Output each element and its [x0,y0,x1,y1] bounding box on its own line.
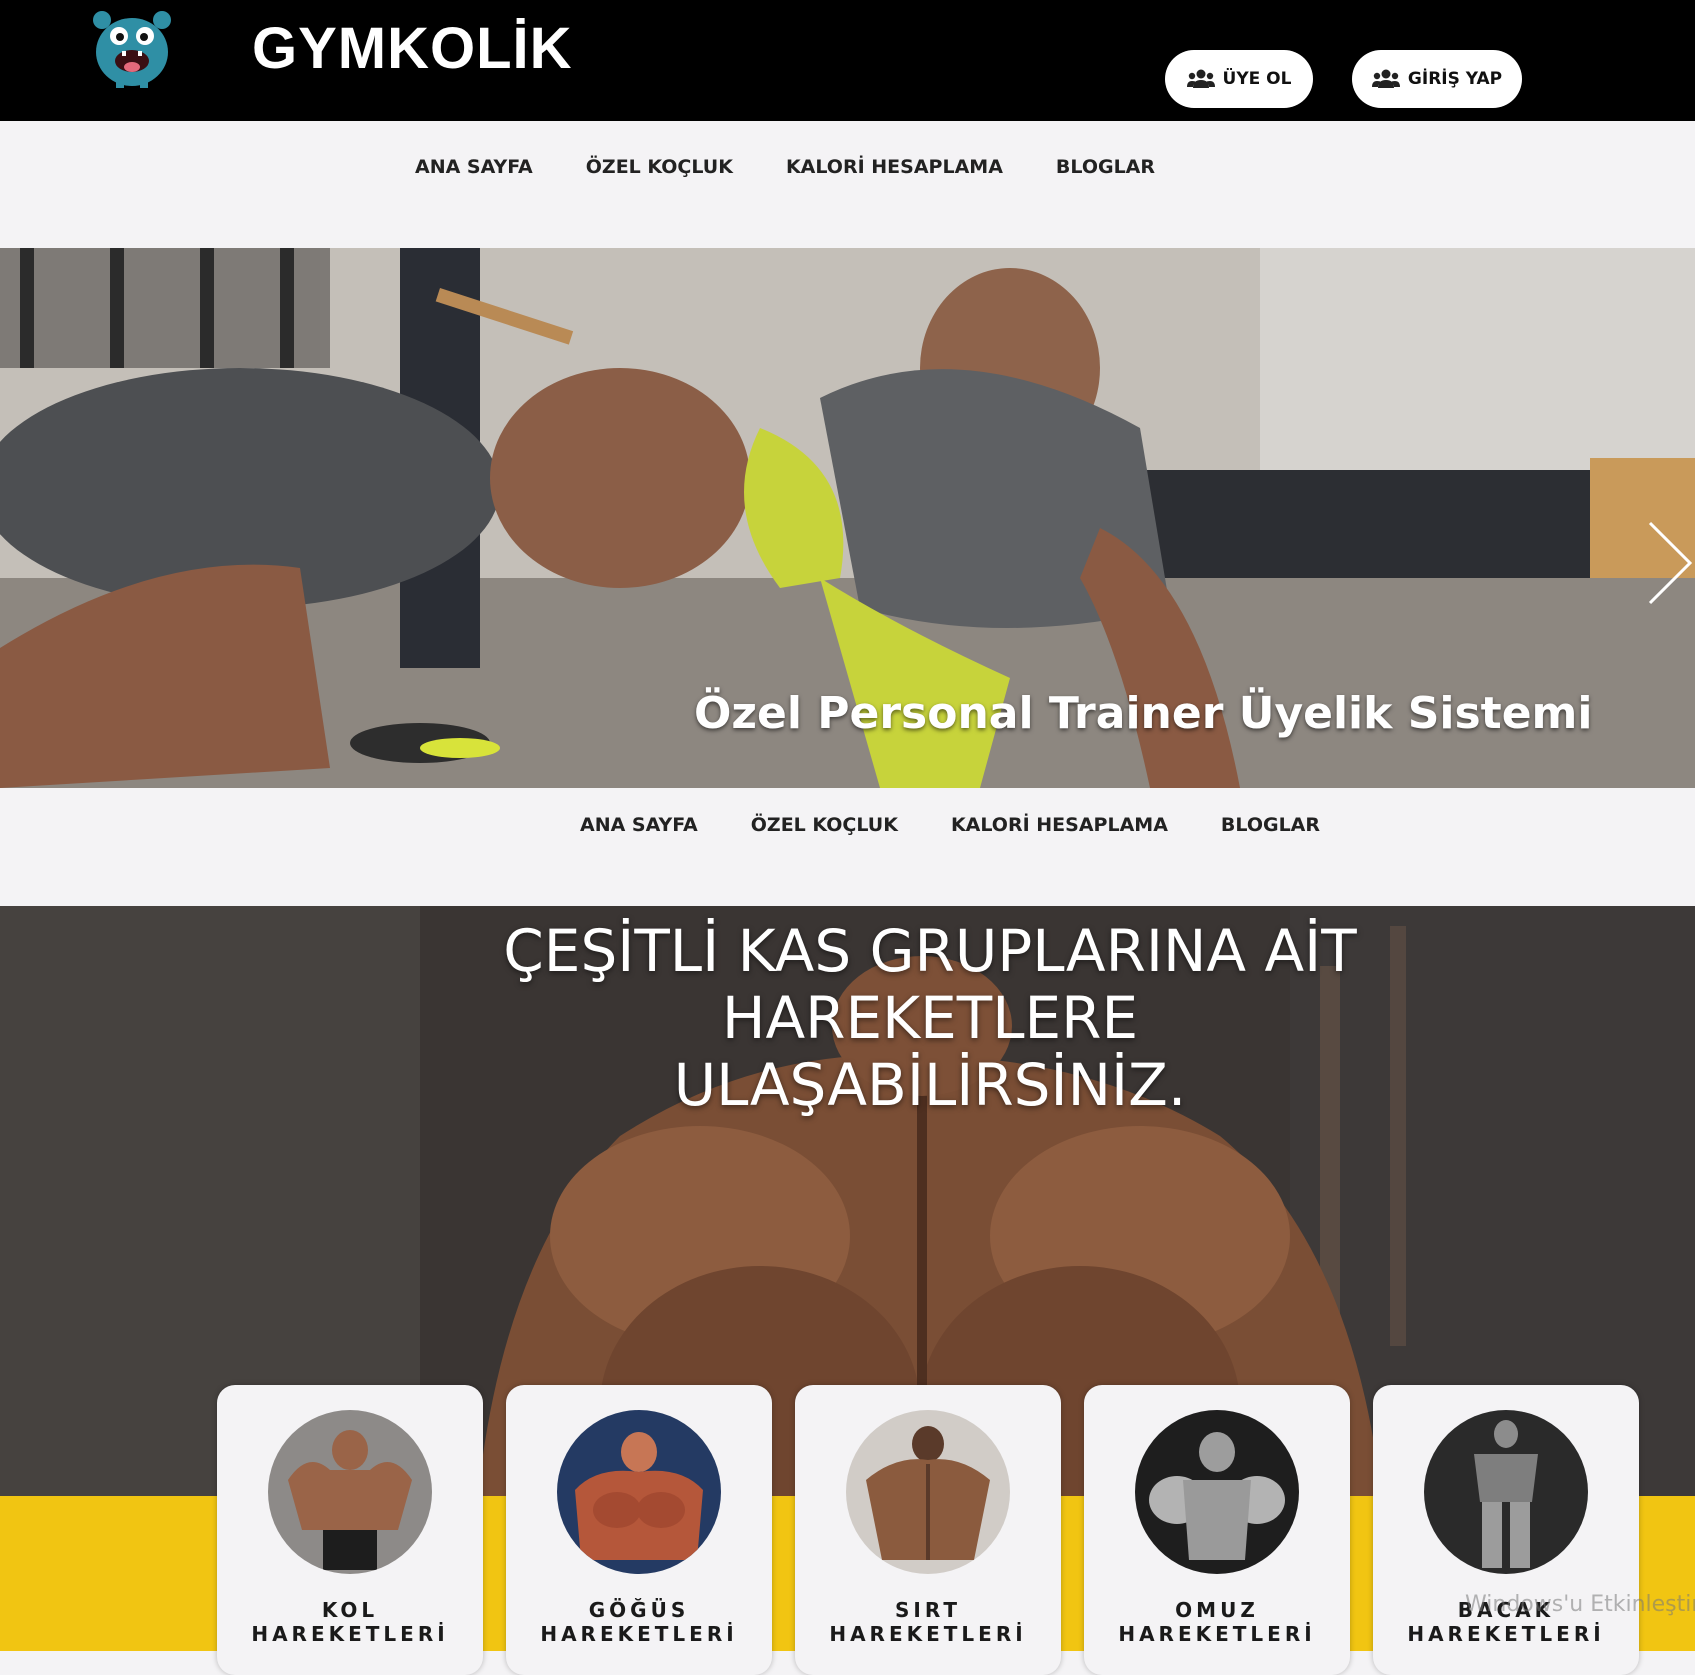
leg-athlete-image [1424,1410,1588,1574]
back-athlete-image [846,1410,1010,1574]
main-nav: ANA SAYFA ÖZEL KOÇLUK KALORİ HESAPLAMA B… [415,156,1155,178]
card-title: GÖĞÜS HAREKETLERİ [506,1598,772,1646]
nav-item-calorie[interactable]: KALORİ HESAPLAMA [951,814,1168,836]
card-title-line: HAREKETLERİ [540,1622,738,1646]
chevron-right-icon[interactable] [1645,518,1695,608]
nav-item-home[interactable]: ANA SAYFA [415,156,533,178]
card-arm[interactable]: KOL HAREKETLERİ [217,1385,483,1675]
activation-watermark: Windows'u Etkinleştir [1465,1592,1695,1617]
card-chest[interactable]: GÖĞÜS HAREKETLERİ [506,1385,772,1675]
mascot-logo-icon[interactable] [86,6,178,88]
card-title-line: OMUZ [1175,1598,1259,1622]
chest-athlete-image [557,1410,721,1574]
card-title-line: HAREKETLERİ [829,1622,1027,1646]
hero-caption: Özel Personal Trainer Üyelik Sistemi [694,688,1593,739]
card-back[interactable]: SIRT HAREKETLERİ [795,1385,1061,1675]
section-title-line: HAREKETLERE [721,984,1139,1052]
nav-item-coaching[interactable]: ÖZEL KOÇLUK [751,814,898,836]
card-title: OMUZ HAREKETLERİ [1084,1598,1350,1646]
login-label: GİRİŞ YAP [1407,69,1503,89]
card-title: KOL HAREKETLERİ [217,1598,483,1646]
nav-item-blogs[interactable]: BLOGLAR [1056,156,1155,178]
card-title-line: KOL [321,1598,379,1622]
secondary-nav: ANA SAYFA ÖZEL KOÇLUK KALORİ HESAPLAMA B… [580,814,1320,836]
card-title-line: HAREKETLERİ [251,1622,449,1646]
signup-label: ÜYE OL [1222,69,1292,89]
card-title: SIRT HAREKETLERİ [795,1598,1061,1646]
card-title-line: HAREKETLERİ [1407,1622,1605,1646]
nav-item-calorie[interactable]: KALORİ HESAPLAMA [786,156,1003,178]
arm-athlete-image [268,1410,432,1574]
card-title-line: SIRT [895,1598,961,1622]
card-title-line: HAREKETLERİ [1118,1622,1316,1646]
nav-item-home[interactable]: ANA SAYFA [580,814,698,836]
card-shoulder[interactable]: OMUZ HAREKETLERİ [1084,1385,1350,1675]
hero-carousel: Özel Personal Trainer Üyelik Sistemi [0,248,1695,788]
section-title-line: ULAŞABİLİRSİNİZ. [673,1051,1187,1119]
brand-title[interactable]: GYMKOLİK [252,14,573,84]
card-leg[interactable]: BACAK HAREKETLERİ [1373,1385,1639,1675]
users-icon [1186,69,1215,88]
top-header: GYMKOLİK ÜYE OL GİRİŞ YAP [0,0,1695,121]
signup-button[interactable]: ÜYE OL [1165,50,1313,108]
nav-item-coaching[interactable]: ÖZEL KOÇLUK [586,156,733,178]
card-title-line: GÖĞÜS [588,1598,690,1622]
muscle-group-cards: KOL HAREKETLERİ GÖĞÜS HAREKETLERİ SIRT H… [217,1385,1639,1675]
login-button[interactable]: GİRİŞ YAP [1352,50,1522,108]
section-title-line: ÇEŞİTLİ KAS GRUPLARINA AİT [503,917,1357,985]
shoulder-athlete-image [1135,1410,1299,1574]
users-icon [1371,69,1400,88]
nav-item-blogs[interactable]: BLOGLAR [1221,814,1320,836]
section-title: ÇEŞİTLİ KAS GRUPLARINA AİT HAREKETLERE U… [430,918,1430,1119]
